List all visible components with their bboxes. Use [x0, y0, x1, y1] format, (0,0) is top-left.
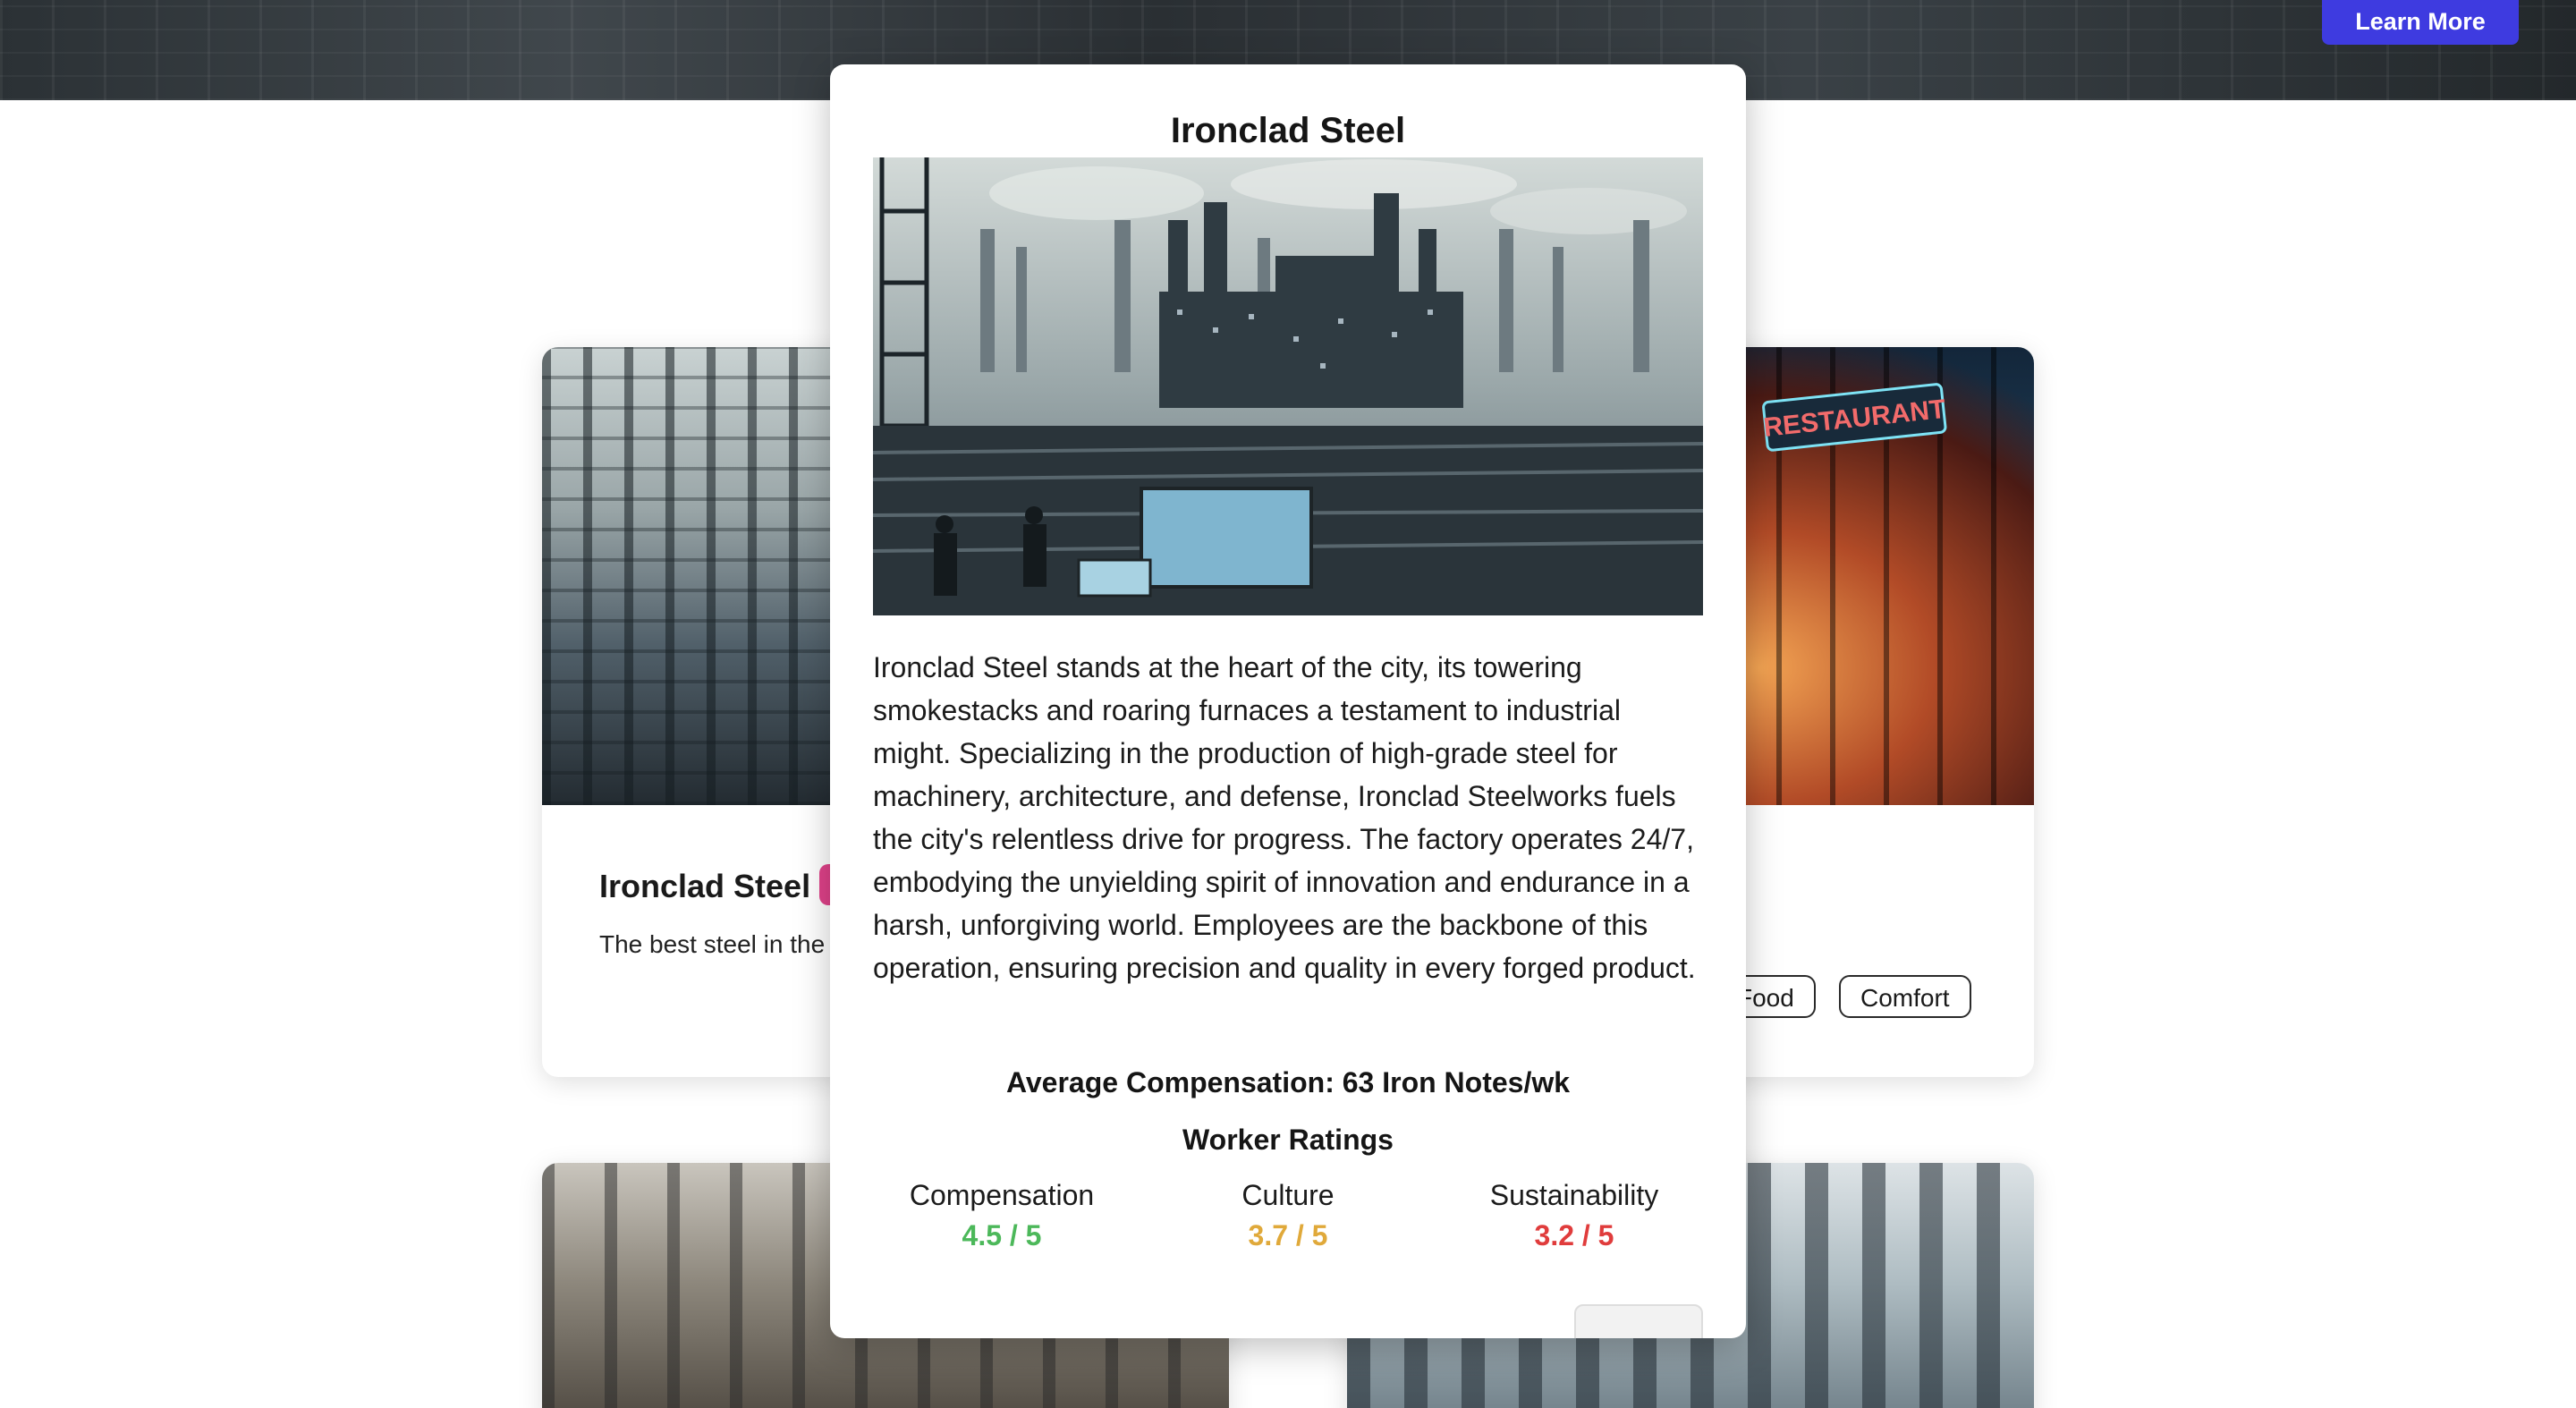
- factory-illustration: [873, 157, 1703, 615]
- rating-sustainability: Sustainability 3.2 / 5: [1431, 1179, 1717, 1252]
- rating-culture: Culture 3.7 / 5: [1145, 1179, 1431, 1252]
- rating-value: 3.2 / 5: [1534, 1219, 1614, 1251]
- rating-compensation: Compensation 4.5 / 5: [859, 1179, 1145, 1252]
- rating-value: 3.7 / 5: [1248, 1219, 1328, 1251]
- worker-ratings-heading: Worker Ratings: [1182, 1124, 1394, 1156]
- rating-label: Compensation: [909, 1179, 1095, 1211]
- average-compensation: Average Compensation: 63 Iron Notes/wk: [1005, 1066, 1571, 1098]
- rating-label: Sustainability: [1489, 1179, 1659, 1211]
- modal-company-image: [873, 157, 1703, 615]
- company-detail-modal: Ironclad Steel Ironclad Steel stands at …: [830, 64, 1746, 1338]
- rating-value: 4.5 / 5: [962, 1219, 1042, 1251]
- modal-title: Ironclad Steel: [1170, 111, 1406, 150]
- close-button[interactable]: Close: [1574, 1304, 1703, 1338]
- learn-more-button[interactable]: Learn More: [2322, 0, 2519, 45]
- rating-label: Culture: [1241, 1179, 1335, 1211]
- company-card-description: The best steel in the city: [599, 930, 869, 958]
- modal-description: Ironclad Steel stands at the heart of th…: [873, 651, 1696, 984]
- tag-comfort[interactable]: Comfort: [1839, 975, 1971, 1018]
- company-card-title: Ironclad Steel: [599, 868, 811, 904]
